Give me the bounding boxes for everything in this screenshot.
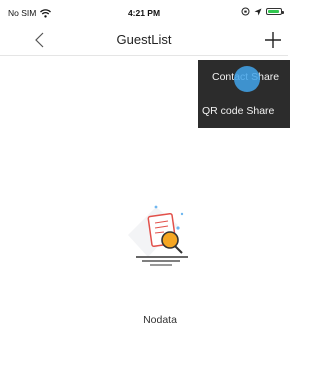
document-search-icon — [128, 205, 188, 266]
battery-icon — [266, 8, 284, 15]
status-bar: No SIM 4:21 PM — [0, 0, 288, 26]
add-button[interactable] — [262, 29, 284, 51]
battery-level — [268, 10, 279, 13]
location-icon — [254, 8, 262, 15]
touch-indicator — [234, 66, 260, 92]
orientation-lock-icon — [241, 7, 250, 16]
plus-icon — [265, 32, 281, 48]
empty-state-message: Nodata — [143, 314, 177, 326]
qr-code-share-item[interactable]: QR code Share — [188, 94, 280, 128]
battery-cap — [282, 10, 284, 14]
status-right — [241, 7, 284, 16]
navigation-bar: GuestList — [0, 26, 288, 56]
page-title: GuestList — [116, 32, 172, 47]
